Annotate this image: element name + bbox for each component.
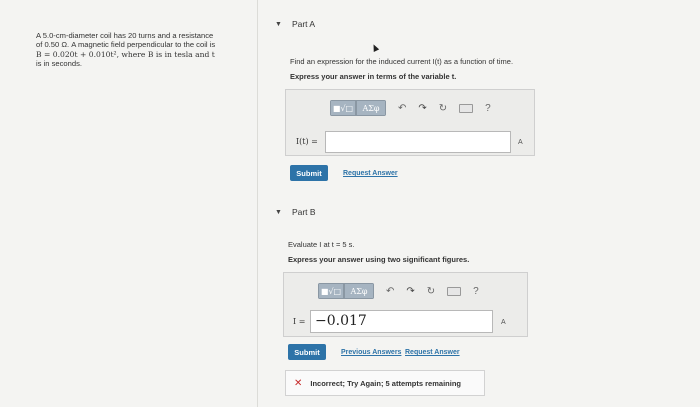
- help-button[interactable]: ?: [473, 286, 479, 297]
- part-a-submit-button[interactable]: Submit: [290, 165, 328, 181]
- part-b-answer-input[interactable]: −0.017: [310, 310, 493, 333]
- mouse-cursor-icon: [370, 43, 380, 52]
- collapse-triangle-icon: ▼: [275, 20, 282, 28]
- redo-icon[interactable]: ↷: [418, 103, 426, 114]
- part-b-toolbar: ■√□ ΑΣφ ↶ ↷ ↻ ?: [318, 283, 479, 299]
- part-a-toggle[interactable]: ▼ Part A: [275, 19, 315, 29]
- part-b-template-group: ■√□ ΑΣφ: [318, 283, 374, 299]
- incorrect-x-icon: ✕: [294, 377, 303, 389]
- part-b-submit-button[interactable]: Submit: [288, 344, 326, 360]
- column-divider: [257, 0, 258, 407]
- problem-line-4: is in seconds.: [36, 59, 83, 69]
- part-b-toggle[interactable]: ▼ Part B: [275, 207, 316, 217]
- greek-symbols-button[interactable]: ΑΣφ: [344, 283, 374, 299]
- part-a-request-answer-link[interactable]: Request Answer: [343, 170, 398, 177]
- keyboard-icon[interactable]: [447, 286, 462, 296]
- part-b-feedback-text: Incorrect; Try Again; 5 attempts remaini…: [310, 378, 461, 388]
- part-b-prompt: Evaluate I at t = 5 s.: [288, 240, 355, 249]
- reset-icon[interactable]: ↻: [427, 286, 435, 297]
- problem-line-2: of 0.50 Ω. A magnetic field perpendicula…: [36, 40, 216, 50]
- reset-icon[interactable]: ↻: [439, 103, 447, 114]
- part-a-prompt: Find an expression for the induced curre…: [290, 57, 514, 66]
- redo-icon[interactable]: ↷: [406, 286, 414, 297]
- templates-button[interactable]: ■√□: [318, 283, 344, 299]
- part-b-title: Part B: [291, 207, 316, 217]
- help-button[interactable]: ?: [485, 103, 491, 114]
- part-a-answer-input[interactable]: [325, 131, 511, 153]
- part-a-title: Part A: [291, 19, 316, 29]
- undo-icon[interactable]: ↶: [398, 103, 406, 114]
- part-b-feedback-box: ✕ Incorrect; Try Again; 5 attempts remai…: [285, 370, 485, 396]
- part-a-instruction: Express your answer in terms of the vari…: [290, 72, 457, 81]
- part-a-unit: A: [518, 139, 523, 146]
- undo-icon[interactable]: ↶: [386, 286, 394, 297]
- collapse-triangle-icon: ▼: [275, 208, 282, 216]
- part-b-instruction: Express your answer using two significan…: [288, 255, 470, 264]
- templates-button[interactable]: ■√□: [330, 100, 356, 116]
- part-b-previous-answers-link[interactable]: Previous Answers: [341, 349, 401, 356]
- part-b-unit: A: [501, 319, 506, 326]
- part-a-toolbar: ■√□ ΑΣφ ↶ ↷ ↻ ?: [330, 100, 491, 116]
- keyboard-icon[interactable]: [459, 103, 474, 113]
- problem-statement: A 5.0-cm-diameter coil has 20 turns and …: [36, 31, 246, 69]
- part-a-input-label: I(t) =: [296, 137, 318, 146]
- problem-line-1: A 5.0-cm-diameter coil has 20 turns and …: [36, 31, 214, 40]
- part-a-template-group: ■√□ ΑΣφ: [330, 100, 386, 116]
- part-b-input-label: I =: [293, 317, 306, 326]
- greek-symbols-button[interactable]: ΑΣφ: [356, 100, 386, 116]
- part-b-request-answer-link[interactable]: Request Answer: [405, 349, 460, 356]
- problem-line-3: B = 0.020t + 0.010t², where B is in tesl…: [36, 49, 215, 59]
